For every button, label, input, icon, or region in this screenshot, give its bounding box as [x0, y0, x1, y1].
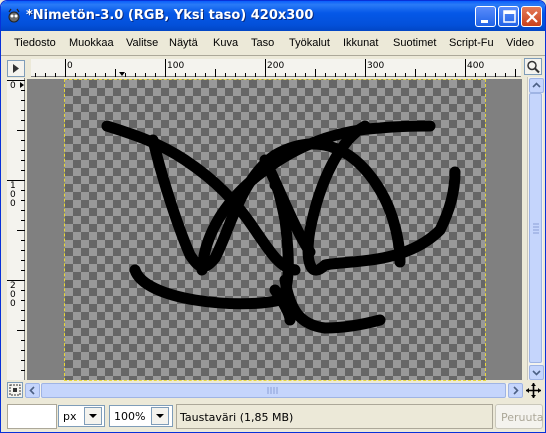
status-message: Taustaväri (1,85 MB): [176, 404, 493, 429]
vertical-ruler[interactable]: 0 1 0 0 2 0 0: [7, 78, 25, 380]
arrow-down-icon: [532, 370, 541, 376]
vertical-ruler-ticks: [7, 80, 25, 371]
vruler-label-0: 0: [10, 81, 16, 91]
unit-dropdown-button[interactable]: [84, 407, 102, 425]
zoom-select[interactable]: 100%: [109, 405, 173, 427]
stroke-bottom-tail: [279, 274, 386, 334]
dropdown-arrow-icon: [89, 414, 97, 418]
brush-strokes: [101, 120, 461, 334]
horizontal-scroll-thumb[interactable]: [41, 383, 506, 398]
grip-icon: [533, 223, 539, 234]
magnifier-icon: [527, 60, 540, 74]
pointer-coordinates: [7, 404, 57, 429]
vertical-scroll-thumb[interactable]: [529, 93, 542, 363]
scroll-left-button[interactable]: [25, 383, 40, 398]
dropdown-arrow-icon: [156, 414, 164, 418]
menu-arrow-icon: [13, 64, 19, 73]
pointer-position-marker: [119, 72, 125, 76]
menu-script-fu[interactable]: Script-Fu: [449, 37, 494, 49]
hruler-label-200: 200: [267, 61, 285, 71]
minimize-button[interactable]: [475, 6, 496, 27]
grip-icon-horizontal: [267, 387, 278, 394]
navigate-button[interactable]: [525, 382, 542, 399]
status-message-text: Taustaväri (1,85 MB): [180, 411, 294, 424]
hruler-label-300: 300: [367, 61, 385, 71]
zoom-value: 100%: [114, 410, 146, 423]
menu-tyokalut[interactable]: Työkalut: [289, 37, 330, 49]
move-arrows-icon: [526, 383, 541, 398]
vruler-label-100: 1 0 0: [10, 181, 16, 209]
menu-tiedosto[interactable]: Tiedosto: [14, 37, 56, 49]
menu-video[interactable]: Video: [506, 37, 534, 49]
gimp-image-window: *Nimetön-3.0 (RGB, Yksi taso) 420x300 Ti…: [0, 0, 546, 433]
hruler-label-0: 0: [67, 61, 73, 71]
image-menu-button[interactable]: [7, 60, 25, 77]
scroll-up-button[interactable]: [529, 78, 544, 93]
scroll-down-button[interactable]: [529, 365, 544, 380]
image-canvas[interactable]: [64, 79, 486, 381]
window-title: *Nimetön-3.0 (RGB, Yksi taso) 420x300: [26, 8, 314, 23]
unit-select[interactable]: px: [58, 405, 105, 427]
cancel-button[interactable]: Peruuta: [495, 404, 544, 429]
pointer-position-marker-vertical: [20, 82, 24, 88]
maximize-button[interactable]: [498, 6, 519, 27]
menu-bar: Tiedosto Muokkaa Valitse Näytä Kuva Taso…: [1, 31, 545, 55]
arrow-left-icon: [29, 386, 35, 395]
hruler-label-100: 100: [167, 61, 185, 71]
minimize-icon: [481, 20, 488, 23]
menu-nayta[interactable]: Näytä: [169, 37, 198, 49]
menu-valitse[interactable]: Valitse: [126, 37, 158, 49]
menu-separator: [1, 55, 545, 56]
vruler-label-200: 2 0 0: [10, 281, 16, 309]
menu-suotimet[interactable]: Suotimet: [393, 37, 436, 49]
menu-muokkaa[interactable]: Muokkaa: [69, 37, 114, 49]
hruler-label-400: 400: [467, 61, 485, 71]
title-bar[interactable]: *Nimetön-3.0 (RGB, Yksi taso) 420x300: [1, 1, 545, 31]
arrow-right-icon: [513, 386, 519, 395]
close-icon: [526, 11, 538, 23]
gimp-app-icon[interactable]: [6, 8, 22, 24]
cancel-button-label: Peruuta: [501, 411, 544, 424]
quick-mask-icon: [9, 384, 21, 396]
menu-taso[interactable]: Taso: [251, 37, 274, 49]
menu-ikkunat[interactable]: Ikkunat: [343, 37, 378, 49]
arrow-up-icon: [532, 82, 541, 88]
horizontal-ruler[interactable]: 0 100 200 300 400: [31, 59, 521, 77]
maximize-icon: [503, 10, 516, 23]
zoom-dropdown-button[interactable]: [151, 407, 169, 425]
zoom-fit-button[interactable]: [524, 58, 542, 75]
close-button[interactable]: [521, 6, 542, 27]
quick-mask-toggle[interactable]: [7, 382, 23, 398]
unit-value: px: [63, 410, 77, 423]
menu-kuva[interactable]: Kuva: [213, 37, 238, 49]
scroll-right-button[interactable]: [508, 383, 523, 398]
